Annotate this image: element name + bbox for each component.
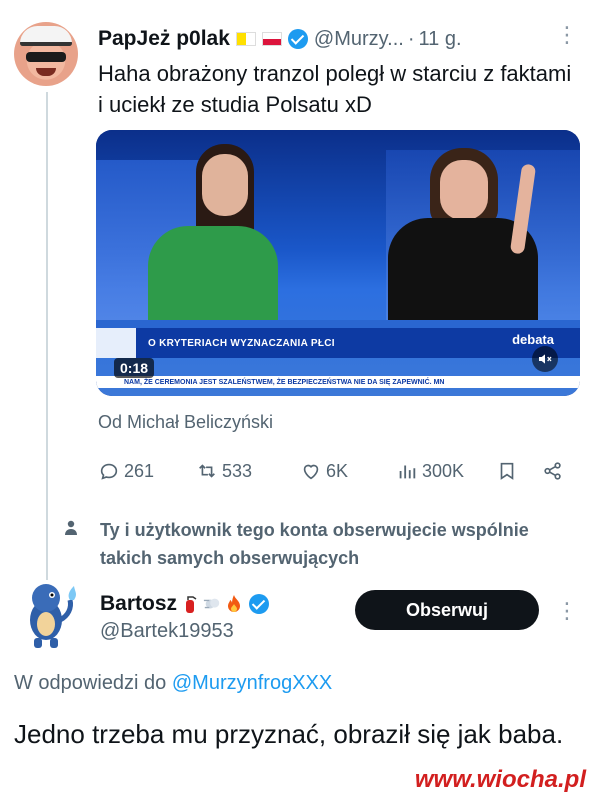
author-avatar[interactable] <box>14 22 78 86</box>
share-button[interactable] <box>542 456 568 486</box>
bookmark-button[interactable] <box>496 456 522 486</box>
views-count: 300K <box>422 460 465 481</box>
video-duration: 0:18 <box>114 358 155 378</box>
ticker-text: NAM, ŻE CEREMONIA JEST SZALEŃSTWEM, ŻE B… <box>124 378 445 386</box>
show-logo: debata <box>512 332 554 347</box>
share-icon <box>544 462 561 480</box>
tweet-header: PapJeż p0lak @Murzy... · 11 g. <box>98 24 578 54</box>
reply-prefix: W odpowiedzi do <box>14 672 167 694</box>
more-icon[interactable]: ⋮ <box>556 598 578 624</box>
reply-author-name[interactable]: Bartosz <box>100 592 177 616</box>
verified-icon <box>249 594 270 614</box>
fire-icon <box>228 595 241 612</box>
reply-count: 261 <box>124 460 155 481</box>
reply-icon <box>100 463 118 480</box>
reply-mention-link[interactable]: @MurzynfrogXXX <box>172 672 332 694</box>
views-icon <box>399 465 416 479</box>
reply-button[interactable]: 261 <box>98 456 154 486</box>
verified-icon <box>287 29 308 49</box>
tweet-actions: 261 533 6K 300K <box>98 456 578 486</box>
like-icon <box>303 464 319 480</box>
mutual-followers-note: Ty i użytkownik tego konta obserwujecie … <box>100 520 529 568</box>
follow-button[interactable]: Obserwuj <box>355 590 539 630</box>
tweet-time[interactable]: 11 g. <box>419 28 462 51</box>
retweet-icon <box>199 464 215 478</box>
dash-cloud-icon <box>203 598 220 609</box>
reply-text: Jedno trzeba mu przyznać, obraził się ja… <box>14 719 564 749</box>
reply-author-row: Bartosz <box>100 590 270 618</box>
tweet-text: Haha obrażony tranzol poległ w starciu z… <box>98 61 572 117</box>
channel-logo <box>96 328 136 358</box>
news-ticker: NAM, ŻE CEREMONIA JEST SZALEŃSTWEM, ŻE B… <box>96 376 580 388</box>
poland-flag-icon <box>261 32 282 46</box>
reply-context: W odpowiedzi do @MurzynfrogXXX <box>14 672 332 695</box>
like-button[interactable]: 6K <box>300 456 348 486</box>
fire-extinguisher-icon <box>186 596 197 613</box>
more-icon[interactable]: ⋮ <box>556 24 578 46</box>
separator-dot: · <box>407 27 415 50</box>
author-handle[interactable]: @Murzy... <box>314 28 404 51</box>
watermark: www.wiocha.pl <box>414 766 586 793</box>
author-name[interactable]: PapJeż p0lak <box>98 27 230 51</box>
video-source[interactable]: Od Michał Beliczyński <box>98 412 273 433</box>
reply-author-handle[interactable]: @Bartek19953 <box>100 620 234 643</box>
video-lower-third: O KRYTERIACH WYZNACZANIA PŁCI <box>96 328 580 358</box>
thread-connector-line <box>46 92 48 580</box>
bookmark-icon <box>500 462 514 480</box>
views-button[interactable]: 300K <box>396 456 464 486</box>
lower-third-text: O KRYTERIACH WYZNACZANIA PŁCI <box>148 337 335 349</box>
person-icon <box>65 520 77 535</box>
retweet-button[interactable]: 533 <box>196 456 252 486</box>
retweet-count: 533 <box>222 460 253 481</box>
video-player[interactable]: O KRYTERIACH WYZNACZANIA PŁCI debata NAM… <box>96 130 580 396</box>
vatican-flag-icon <box>235 32 256 46</box>
like-count: 6K <box>326 460 349 481</box>
mute-icon[interactable] <box>532 346 558 372</box>
reply-author-avatar[interactable] <box>16 580 80 652</box>
